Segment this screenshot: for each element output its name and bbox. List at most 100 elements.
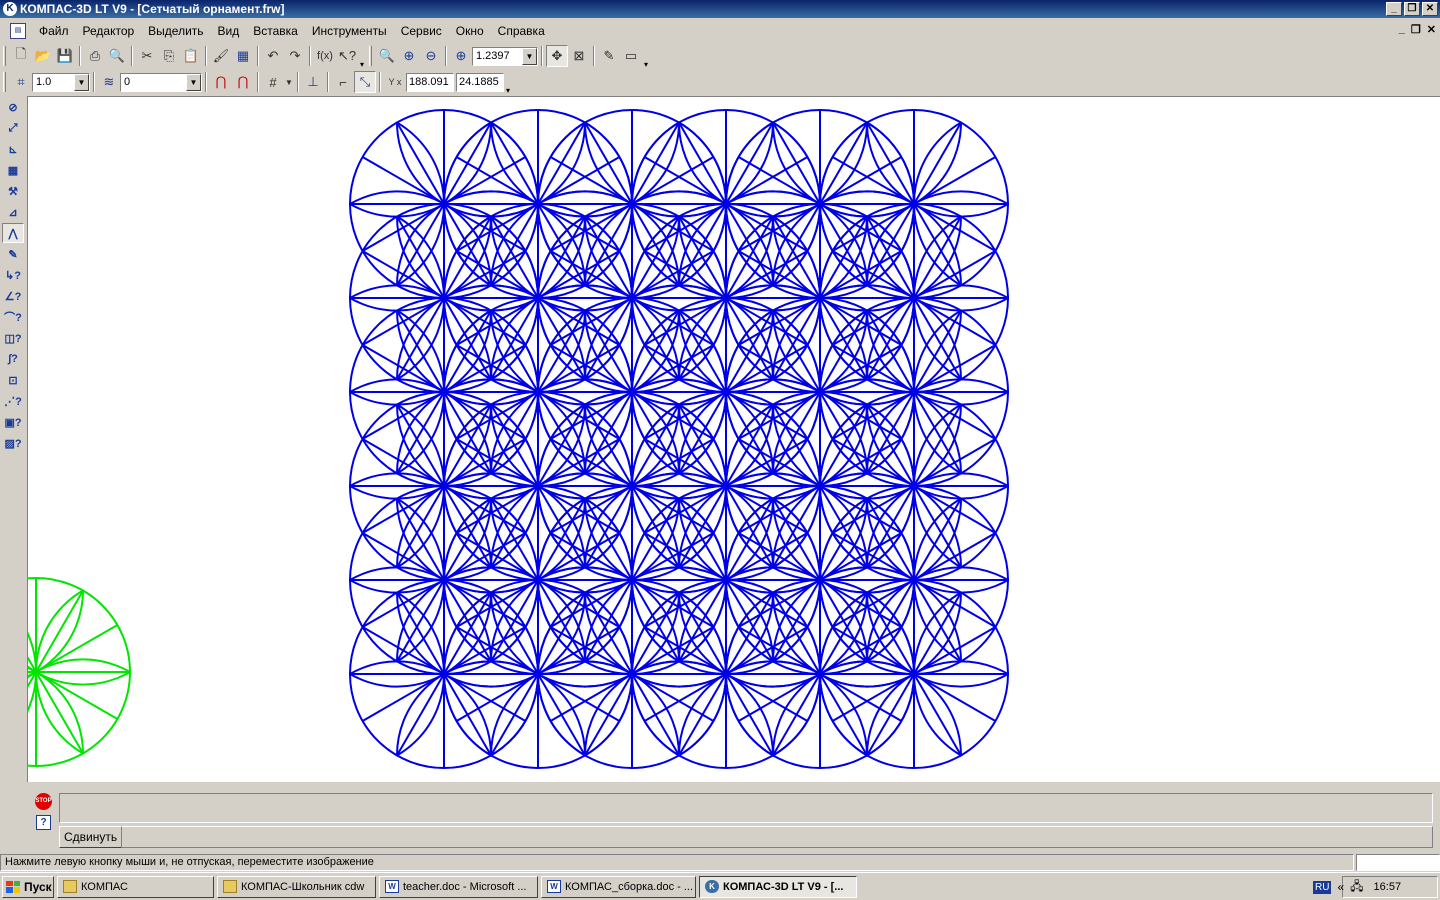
chevron-down-icon[interactable]: ▼ [284, 71, 294, 93]
preview-rosette[interactable] [28, 497, 224, 782]
menu-edit[interactable]: Редактор [76, 24, 142, 38]
toolbar-grip[interactable] [3, 46, 6, 66]
format-painter-icon[interactable]: 🖌 [210, 45, 232, 67]
layers-icon[interactable]: ≋ [98, 71, 120, 93]
layer-combo[interactable]: 0 ▼ [120, 72, 202, 92]
hatch-query-icon[interactable]: ▨? [2, 433, 24, 453]
toolbar-overflow-icon[interactable]: ▾ [358, 43, 366, 69]
toolbar-overflow-icon[interactable]: ▾ [642, 43, 650, 69]
context-help-icon[interactable]: ↖? [336, 45, 358, 67]
zoom-scale-icon[interactable]: ⊕ [450, 45, 472, 67]
drawing-canvas[interactable] [27, 96, 1440, 782]
save-icon[interactable]: 💾 [54, 45, 76, 67]
object-query-icon[interactable]: ▣? [2, 412, 24, 432]
measure-icon[interactable]: ⊿ [2, 202, 24, 222]
point-query-icon[interactable]: ⋰? [2, 391, 24, 411]
designation-icon[interactable]: ⊾ [2, 139, 24, 159]
refresh-icon[interactable]: ✎ [598, 45, 620, 67]
angle-query-icon[interactable]: ∠? [2, 286, 24, 306]
chevron-left-icon[interactable]: « [1337, 880, 1344, 894]
print-icon[interactable]: ⎙ [84, 45, 106, 67]
tab-pan[interactable]: Сдвинуть [59, 826, 123, 848]
geometry-icon[interactable]: ⊘ [2, 97, 24, 117]
toolbar-grip[interactable] [369, 46, 372, 66]
print-preview-icon[interactable]: 🔍 [106, 45, 128, 67]
mdi-minimize-button[interactable]: _ [1399, 23, 1405, 36]
grid-step-icon[interactable]: ⌗ [10, 71, 32, 93]
kompas-app-icon[interactable]: K [3, 2, 17, 16]
display-icon[interactable]: ▭ [620, 45, 642, 67]
mass-query-icon[interactable]: ⊡ [2, 370, 24, 390]
zoom-out-icon[interactable]: ⊖ [420, 45, 442, 67]
line-width-value: 1.0 [36, 76, 52, 88]
zoom-fit-icon[interactable]: ⊠ [568, 45, 590, 67]
toolbar-overflow-icon[interactable]: ▾ [504, 69, 512, 95]
menu-view[interactable]: Вид [211, 24, 247, 38]
taskbar-item-kompas-school[interactable]: КОМПАС-Школьник cdw [217, 875, 376, 898]
ortho-icon[interactable]: ⌐ [332, 71, 354, 93]
taskbar-item-kompas-app[interactable]: K КОМПАС-3D LT V9 - [... [699, 875, 857, 898]
menu-file[interactable]: Файл [32, 24, 76, 38]
paste-icon[interactable]: 📋 [180, 45, 202, 67]
redo-icon[interactable]: ↷ [284, 45, 306, 67]
undo-icon[interactable]: ↶ [262, 45, 284, 67]
properties-icon[interactable]: ▦ [232, 45, 254, 67]
cut-icon[interactable]: ✂ [136, 45, 158, 67]
fx-label: f(x) [317, 50, 333, 62]
new-document-icon[interactable]: 🗋 [10, 45, 32, 67]
menu-select[interactable]: Выделить [141, 24, 210, 38]
pan-icon[interactable]: ✥ [546, 45, 568, 67]
stop-icon[interactable]: STOP [35, 793, 52, 810]
local-cs-icon[interactable]: ⊥ [302, 71, 324, 93]
coord-x-field[interactable]: 188.091 [406, 72, 454, 92]
menu-insert[interactable]: Вставка [246, 24, 305, 38]
variables-fx-icon[interactable]: f(x) [314, 45, 336, 67]
menu-tools[interactable]: Инструменты [305, 24, 394, 38]
chevron-down-icon[interactable]: ▼ [186, 73, 201, 91]
menu-window[interactable]: Окно [449, 24, 491, 38]
editing-icon[interactable]: ▦ [2, 160, 24, 180]
help-icon[interactable]: ? [36, 815, 51, 830]
document-icon[interactable]: ▤ [10, 22, 26, 39]
network-icon[interactable]: 🖧 [1350, 877, 1363, 898]
select-icon[interactable]: ⋀ [2, 223, 24, 243]
snap-magnet-icon[interactable]: ⋂ [210, 71, 232, 93]
start-button[interactable]: Пуск [2, 875, 54, 898]
zoom-combo[interactable]: 1.2397 ▼ [472, 46, 538, 66]
chevron-down-icon[interactable]: ▼ [74, 73, 89, 91]
toolbar-grip[interactable] [3, 72, 6, 92]
grid-icon[interactable]: # [262, 71, 284, 93]
menu-help[interactable]: Справка [491, 24, 552, 38]
open-icon[interactable]: 📂 [32, 45, 54, 67]
restore-button[interactable]: ❐ [1404, 2, 1420, 16]
curve-query-icon[interactable]: ∫? [2, 349, 24, 369]
compact-toolbar: ⊘ ⤢ ⊾ ▦ ⚒ ⊿ ⋀ ✎ ↳? ∠? ⌒? ◫? ∫? ⊡ ⋰? ▣? ▨… [0, 96, 26, 458]
copy-icon[interactable]: ⎘ [158, 45, 180, 67]
drawing-svg[interactable] [28, 97, 1440, 782]
language-indicator[interactable]: RU [1313, 880, 1332, 894]
command-panel: STOP ? Сдвинуть [27, 787, 1440, 851]
close-button[interactable]: ✕ [1422, 2, 1438, 16]
line-width-combo[interactable]: 1.0 ▼ [32, 72, 90, 92]
taskbar-item-kompas-folder[interactable]: КОМПАС [57, 875, 214, 898]
mdi-close-button[interactable]: ✕ [1427, 23, 1436, 36]
distance-query-icon[interactable]: ↳? [2, 265, 24, 285]
local-snap-icon[interactable]: ⋂ [232, 71, 254, 93]
toolbar-separator [327, 72, 329, 92]
standard-toolbar: 🗋 📂 💾 ⎙ 🔍 ✂ ⎘ 📋 🖌 ▦ ↶ ↷ f(x) ↖? ▾ 🔍 ⊕ ⊖ … [0, 43, 686, 69]
taskbar-item-teacher-doc[interactable]: W teacher.doc - Microsoft ... [379, 875, 538, 898]
taskbar-item-kompas-assembly-doc[interactable]: W КОМПАС_сборка.doc - ... [541, 875, 696, 898]
dimensions-icon[interactable]: ⤢ [2, 118, 24, 138]
spec-icon[interactable]: ✎ [2, 244, 24, 264]
area-query-icon[interactable]: ◫? [2, 328, 24, 348]
minimize-button[interactable]: _ [1386, 2, 1402, 16]
round-icon[interactable]: ⤡ [354, 71, 376, 93]
coord-y-field[interactable]: 24.1885 [456, 72, 504, 92]
zoom-in-icon[interactable]: 🔍 [376, 45, 398, 67]
menu-service[interactable]: Сервис [394, 24, 449, 38]
zoom-window-icon[interactable]: ⊕ [398, 45, 420, 67]
mdi-restore-button[interactable]: ❐ [1411, 23, 1421, 36]
chevron-down-icon[interactable]: ▼ [522, 47, 537, 65]
length-query-icon[interactable]: ⌒? [2, 307, 24, 327]
parametrization-icon[interactable]: ⚒ [2, 181, 24, 201]
